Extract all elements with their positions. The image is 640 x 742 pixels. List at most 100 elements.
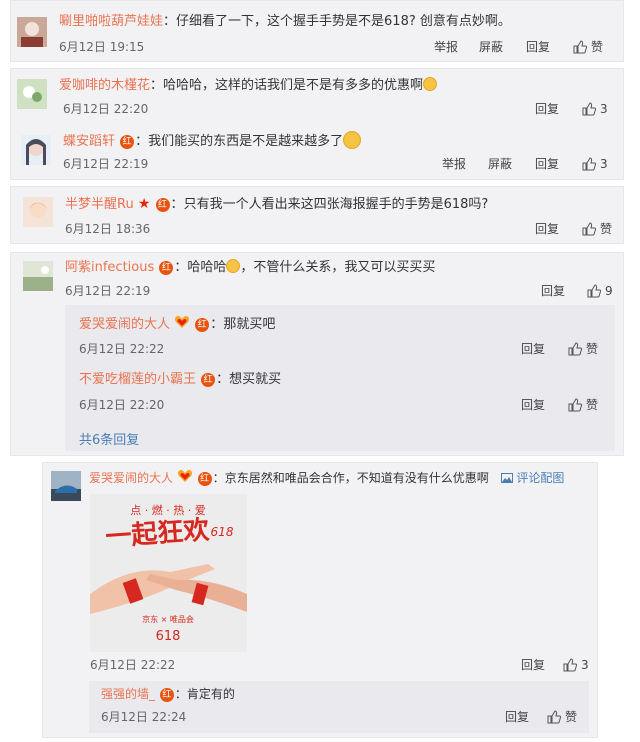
like-count: 9 xyxy=(605,284,613,298)
thumbs-up-icon xyxy=(547,710,562,724)
like-button[interactable]: 赞 xyxy=(547,709,577,725)
thumbs-up-icon xyxy=(568,342,583,356)
poster-title-number: 618 xyxy=(211,525,234,539)
poster-image: 点 · 燃 · 热 · 爱 一起狂欢 618 京东 × 唯品会 618 xyxy=(90,494,247,652)
user-name[interactable]: 爱咖啡的木槿花 xyxy=(59,78,150,93)
comment-text: 哈哈哈，这样的话我们是不是有多多的优惠啊 xyxy=(163,78,424,93)
user-name[interactable]: 半梦半醒Ru xyxy=(65,197,134,212)
view-picture-label: 评论配图 xyxy=(516,471,565,485)
verified-badge-icon: 红 xyxy=(159,688,174,702)
comment-text: 仔细看了一下，这个握手手势是不是618? 创意有点妙啊。 xyxy=(176,14,511,29)
timestamp: 6月12日 19:15 xyxy=(59,40,145,54)
like-button[interactable]: 9 xyxy=(587,283,613,299)
comment-card: 爱哭爱闹的大人 红：京东居然和唯品会合作，不知道有没有什么优惠啊 评论配图 点 … xyxy=(42,462,598,738)
like-label: 赞 xyxy=(586,342,599,356)
like-button[interactable]: 赞 xyxy=(568,397,598,413)
reply-line: 爱哭爱闹的大人 红：那就买吧 xyxy=(79,316,276,332)
reply-text: 想买就买 xyxy=(229,372,282,387)
timestamp: 6月12日 22:22 xyxy=(79,342,165,356)
reply-button[interactable]: 回复 xyxy=(541,283,565,299)
comment-line: 蝶安蹈轩 红：我们能买的东西是不是越来越多了 xyxy=(63,131,362,151)
smile-emoji-icon xyxy=(343,131,362,149)
verified-badge-icon: 红 xyxy=(159,261,174,275)
comment-text: 京东居然和唯品会合作，不知道有没有什么优惠啊 xyxy=(224,471,489,485)
avatar-image xyxy=(17,17,47,47)
like-button[interactable]: 赞 xyxy=(568,341,598,357)
comment-card: 爱咖啡的木槿花：哈哈哈，这样的话我们是不是有多多的优惠啊 6月12日 22:20… xyxy=(10,68,624,180)
verified-badge-icon: 红 xyxy=(195,318,210,332)
reply-button[interactable]: 回复 xyxy=(505,709,529,725)
comment-line: 唰里啪啦葫芦娃娃：仔细看了一下，这个握手手势是不是618? 创意有点妙啊。 xyxy=(59,14,511,29)
like-button[interactable]: 赞 xyxy=(573,39,603,55)
verified-badge-icon: 红 xyxy=(155,198,170,212)
user-name[interactable]: 爱哭爱闹的大人 xyxy=(79,317,170,332)
like-count: 3 xyxy=(600,102,608,116)
avatar[interactable] xyxy=(21,135,51,165)
timestamp: 6月12日 22:19 xyxy=(63,157,149,171)
reply-text: 肯定有的 xyxy=(186,687,235,701)
comment-text: 我们能买的东西是不是越来越多了 xyxy=(148,134,344,149)
timestamp: 6月12日 18:36 xyxy=(65,222,151,236)
like-label: 赞 xyxy=(565,710,578,724)
user-name[interactable]: 唰里啪啦葫芦娃娃 xyxy=(59,14,163,29)
avatar[interactable] xyxy=(23,197,53,227)
like-button[interactable]: 3 xyxy=(582,156,608,172)
avatar[interactable] xyxy=(17,79,47,109)
timestamp: 6月12日 22:22 xyxy=(90,658,176,672)
poster-top-text: 点 · 燃 · 热 · 爱 xyxy=(130,503,205,517)
avatar[interactable] xyxy=(23,261,53,291)
block-button[interactable]: 屏蔽 xyxy=(479,39,503,55)
image-icon xyxy=(500,473,513,483)
thumbs-up-icon xyxy=(582,157,597,171)
user-name[interactable]: 蝶安蹈轩 xyxy=(63,134,115,149)
avatar[interactable] xyxy=(17,17,47,47)
thumbs-up-icon xyxy=(563,658,578,672)
reply-button[interactable]: 回复 xyxy=(521,657,545,673)
replies-panel: 强强的墙_ 红：肯定有的 6月12日 22:24 回复 赞 xyxy=(89,681,589,733)
reply-line: 强强的墙_ 红：肯定有的 xyxy=(101,687,235,702)
comment-text: 只有我一个人看出来这四张海报握手的手势是618吗? xyxy=(183,197,489,212)
comment-card: 阿紫infectious 红：哈哈哈 ，不管什么关系，我又可以买买买 6月12日 … xyxy=(10,252,624,456)
like-label: 赞 xyxy=(591,40,604,54)
report-button[interactable]: 举报 xyxy=(434,39,458,55)
like-count: 3 xyxy=(581,658,589,672)
smile-emoji-icon xyxy=(226,259,241,273)
avatar-image xyxy=(23,261,53,291)
avatar[interactable] xyxy=(51,471,81,501)
reply-button[interactable]: 回复 xyxy=(535,101,559,117)
block-button[interactable]: 屏蔽 xyxy=(488,156,512,172)
user-name[interactable]: 不爱吃榴莲的小霸王 xyxy=(79,372,196,387)
reply-button[interactable]: 回复 xyxy=(535,221,559,237)
timestamp: 6月12日 22:20 xyxy=(79,398,165,412)
comment-line: 半梦半醒Ru ★ 红：只有我一个人看出来这四张海报握手的手势是618吗? xyxy=(65,196,489,212)
avatar-image xyxy=(21,135,51,165)
view-all-replies-link[interactable]: 共6条回复 xyxy=(79,429,139,448)
reply-button[interactable]: 回复 xyxy=(526,39,550,55)
reply-button[interactable]: 回复 xyxy=(521,397,545,413)
thumbs-up-icon xyxy=(568,398,583,412)
comment-line: 爱咖啡的木槿花：哈哈哈，这样的话我们是不是有多多的优惠啊 xyxy=(59,77,438,95)
thumbs-up-icon xyxy=(582,222,597,236)
view-picture-link[interactable]: 评论配图 xyxy=(500,471,565,485)
reply-button[interactable]: 回复 xyxy=(535,156,559,172)
like-button[interactable]: 3 xyxy=(563,657,589,673)
vip-star-icon: ★ xyxy=(137,196,151,212)
user-name[interactable]: 阿紫infectious xyxy=(65,260,154,275)
like-button[interactable]: 赞 xyxy=(582,221,612,237)
comment-card: 唰里啪啦葫芦娃娃：仔细看了一下，这个握手手势是不是618? 创意有点妙啊。 6月… xyxy=(10,0,624,62)
comment-text-continued: ，不管什么关系，我又可以买买买 xyxy=(240,260,436,275)
like-count: 3 xyxy=(600,157,608,171)
verified-badge-icon: 红 xyxy=(201,373,216,387)
comment-line: 爱哭爱闹的大人 红：京东居然和唯品会合作，不知道有没有什么优惠啊 评论配图 xyxy=(89,470,565,486)
verified-badge-icon: 红 xyxy=(120,135,135,149)
user-name[interactable]: 强强的墙_ xyxy=(101,687,155,701)
comment-text: 哈哈哈 xyxy=(187,260,227,275)
reply-line: 不爱吃榴莲的小霸王 红：想买就买 xyxy=(79,372,282,387)
like-button[interactable]: 3 xyxy=(582,101,608,117)
thumbs-up-icon xyxy=(587,284,602,298)
report-button[interactable]: 举报 xyxy=(442,156,466,172)
user-name[interactable]: 爱哭爱闹的大人 xyxy=(89,471,173,485)
thumbs-up-icon xyxy=(582,102,597,116)
comment-image[interactable]: 点 · 燃 · 热 · 爱 一起狂欢 618 京东 × 唯品会 618 xyxy=(90,494,247,652)
reply-button[interactable]: 回复 xyxy=(521,341,545,357)
